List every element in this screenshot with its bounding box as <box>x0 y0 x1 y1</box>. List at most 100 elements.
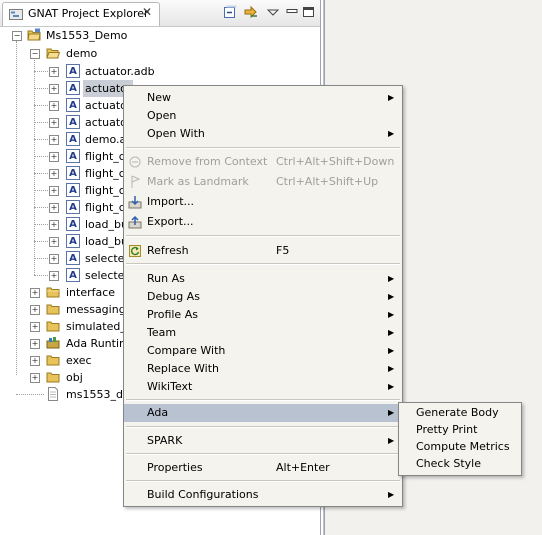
ada-file-icon: A <box>66 166 80 180</box>
expand-icon[interactable]: + <box>30 322 40 332</box>
expand-icon[interactable]: + <box>49 135 59 145</box>
tree-item-project[interactable]: − Ms1553_Demo <box>0 27 200 44</box>
menu-item-properties[interactable]: Properties Alt+Enter <box>124 459 402 477</box>
menu-item-build-configurations[interactable]: Build Configurations ▶ <box>124 486 402 504</box>
expand-icon[interactable]: + <box>49 254 59 264</box>
collapse-icon[interactable]: − <box>30 49 40 59</box>
expand-icon[interactable]: + <box>30 305 40 315</box>
menu-item-spark[interactable]: SPARK ▶ <box>124 432 402 450</box>
tab-gnat-project-explorer[interactable]: GNAT Project Explorer ✕ <box>2 2 160 26</box>
submenu-arrow-icon: ▶ <box>388 364 395 373</box>
library-icon <box>46 337 60 349</box>
menu-item-open-with[interactable]: Open With ▶ <box>124 125 402 143</box>
submenu-arrow-icon: ▶ <box>388 292 395 301</box>
menu-separator <box>126 480 400 482</box>
view-title: GNAT Project Explorer <box>28 7 149 20</box>
menu-item-profile-as[interactable]: Profile As ▶ <box>124 306 402 324</box>
menu-item-remove-from-context[interactable]: Remove from Context Ctrl+Alt+Shift+Down <box>124 153 402 171</box>
maximize-icon[interactable] <box>300 4 318 22</box>
collapse-icon[interactable]: − <box>12 31 22 41</box>
menu-item-import[interactable]: Import... <box>124 193 402 211</box>
expand-icon[interactable]: + <box>49 271 59 281</box>
ada-file-icon: A <box>66 115 80 129</box>
menu-item-team[interactable]: Team ▶ <box>124 324 402 342</box>
menu-item-mark-as-landmark[interactable]: Mark as Landmark Ctrl+Alt+Shift+Up <box>124 173 402 191</box>
submenu-arrow-icon: ▶ <box>388 346 395 355</box>
context-menu: New ▶ Open Open With ▶ Remove from Conte… <box>123 85 403 507</box>
minimize-icon[interactable] <box>283 4 301 22</box>
ada-file-icon: A <box>66 251 80 265</box>
remove-context-icon <box>129 156 141 168</box>
tree-item-file[interactable]: + A actuator.adb <box>0 63 200 80</box>
menu-item-ada[interactable]: Ada ▶ <box>124 404 402 422</box>
tree-label: load_bu <box>85 235 128 248</box>
tree-label: actuator.adb <box>85 65 155 78</box>
menu-item-check-style[interactable]: Check Style <box>399 455 521 472</box>
project-folder-icon <box>27 28 41 41</box>
expand-icon[interactable]: + <box>30 356 40 366</box>
menu-separator <box>126 426 400 428</box>
tree-label: obj <box>66 371 83 384</box>
expand-icon[interactable]: + <box>49 169 59 179</box>
expand-icon[interactable]: + <box>49 152 59 162</box>
ada-submenu: Generate Body Pretty Print Compute Metri… <box>398 402 522 476</box>
expand-icon[interactable]: + <box>49 186 59 196</box>
submenu-arrow-icon: ▶ <box>388 408 395 417</box>
tree-label: actuato <box>85 116 127 129</box>
ada-file-icon: A <box>66 149 80 163</box>
project-explorer-icon <box>9 9 23 20</box>
menu-item-generate-body[interactable]: Generate Body <box>399 404 521 421</box>
folder-icon <box>46 287 60 298</box>
expand-icon[interactable]: + <box>30 339 40 349</box>
view-menu-icon[interactable] <box>264 4 282 22</box>
submenu-arrow-icon: ▶ <box>388 436 395 445</box>
close-icon[interactable]: ✕ <box>142 5 152 19</box>
submenu-arrow-icon: ▶ <box>388 310 395 319</box>
expand-icon[interactable]: + <box>30 373 40 383</box>
submenu-arrow-icon: ▶ <box>388 93 395 102</box>
folder-icon <box>46 372 60 383</box>
ada-file-icon: A <box>66 217 80 231</box>
menu-item-open[interactable]: Open <box>124 107 402 125</box>
menu-item-debug-as[interactable]: Debug As ▶ <box>124 288 402 306</box>
expand-icon[interactable]: + <box>49 101 59 111</box>
expand-icon[interactable]: + <box>30 288 40 298</box>
ada-file-icon: A <box>66 183 80 197</box>
ada-file-icon: A <box>66 132 80 146</box>
menu-item-run-as[interactable]: Run As ▶ <box>124 270 402 288</box>
ada-file-icon: A <box>66 200 80 214</box>
ada-file-icon: A <box>66 98 80 112</box>
ada-file-icon: A <box>66 64 80 78</box>
tree-item-folder-demo[interactable]: − demo <box>0 45 200 62</box>
tree-label: Ms1553_Demo <box>46 29 128 42</box>
menu-item-refresh[interactable]: Refresh F5 <box>124 242 402 260</box>
menu-item-export[interactable]: Export... <box>124 213 402 231</box>
expand-icon[interactable]: + <box>49 67 59 77</box>
view-header: GNAT Project Explorer ✕ <box>0 0 320 27</box>
ada-file-icon: A <box>66 234 80 248</box>
expand-icon[interactable]: + <box>49 237 59 247</box>
text-file-icon <box>48 387 58 401</box>
menu-separator <box>126 235 400 237</box>
folder-icon <box>46 304 60 315</box>
menu-separator <box>126 453 400 455</box>
tree-label: actuato <box>85 99 127 112</box>
menu-item-new[interactable]: New ▶ <box>124 89 402 107</box>
menu-item-compare-with[interactable]: Compare With ▶ <box>124 342 402 360</box>
expand-icon[interactable]: + <box>49 220 59 230</box>
tree-label: messaging <box>66 303 126 316</box>
collapse-all-icon[interactable] <box>221 4 239 22</box>
menu-item-replace-with[interactable]: Replace With ▶ <box>124 360 402 378</box>
expand-icon[interactable]: + <box>49 118 59 128</box>
menu-item-compute-metrics[interactable]: Compute Metrics <box>399 438 521 455</box>
folder-icon <box>46 355 60 366</box>
menu-separator <box>126 147 400 149</box>
expand-icon[interactable]: + <box>49 84 59 94</box>
tree-label: load_bu <box>85 218 128 231</box>
menu-item-wikitext[interactable]: WikiText ▶ <box>124 378 402 396</box>
submenu-arrow-icon: ▶ <box>388 328 395 337</box>
link-with-editor-icon[interactable] <box>242 4 260 22</box>
expand-icon[interactable]: + <box>49 203 59 213</box>
menu-item-pretty-print[interactable]: Pretty Print <box>399 421 521 438</box>
submenu-arrow-icon: ▶ <box>388 382 395 391</box>
